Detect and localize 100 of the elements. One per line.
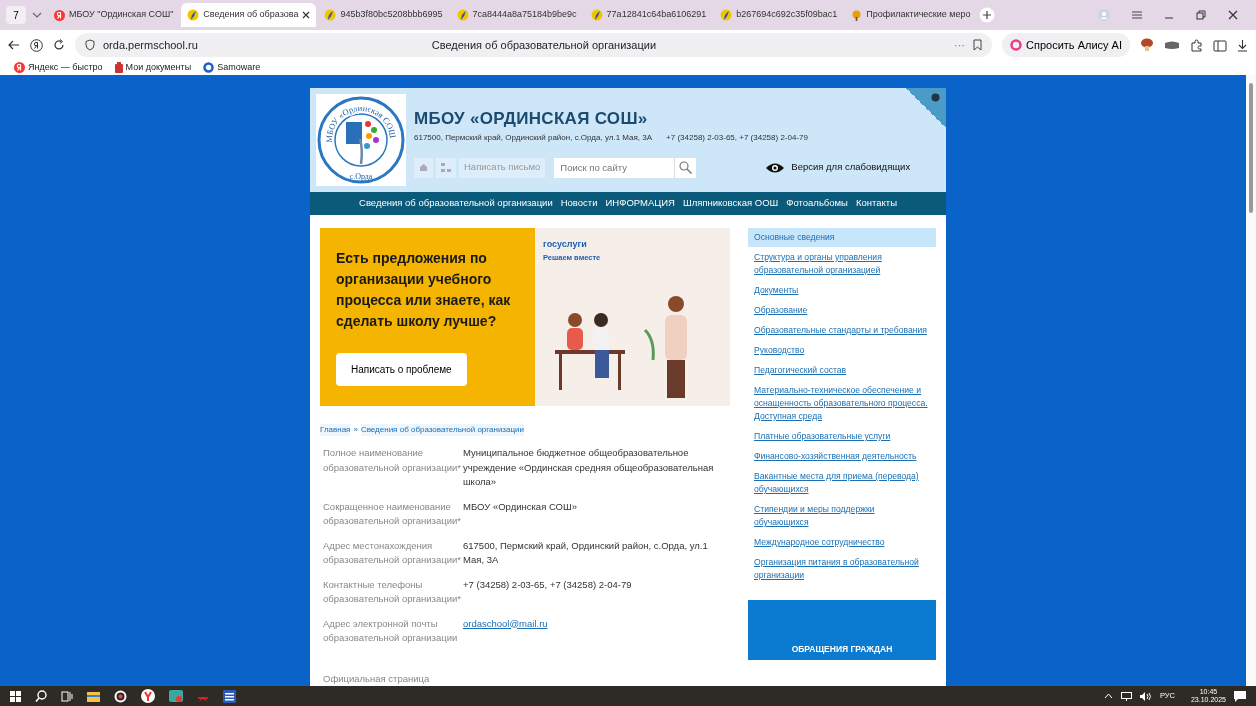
breadcrumb-link[interactable]: Главная [320, 424, 351, 436]
brand-label: госуслуги [543, 238, 587, 251]
nav-link[interactable]: Шляпниковская ООШ [679, 196, 783, 211]
new-tab-icon[interactable] [978, 7, 995, 23]
feather-icon [324, 9, 337, 21]
reload-icon[interactable] [53, 39, 65, 51]
speaker-icon[interactable] [1139, 691, 1152, 701]
section-menu-item[interactable]: Вакантные места для приема (перевода) обучающихся [748, 467, 936, 499]
nav-link[interactable]: ИНФОРМАЦИЯ [601, 196, 679, 211]
section-menu-item[interactable]: Стипендии и меры поддержки обучающихся [748, 500, 936, 532]
email-link[interactable]: ordaschool@mail.ru [463, 617, 548, 629]
section-menu-item[interactable]: Образовательные стандарты и требования [748, 321, 936, 340]
section-menu-item[interactable]: Структура и органы управления образовательной организацией [748, 248, 936, 280]
site-title: МБОУ «ОРДИНСКАЯ СОШ» [414, 108, 649, 130]
page-title: Сведения об образовательной организации [431, 37, 657, 53]
alice-button[interactable]: Спросить Алису AI [1002, 33, 1130, 57]
feather-icon [456, 9, 469, 21]
folder-icon[interactable] [87, 690, 100, 702]
banner-heading: Есть предложения по организации учебного процесса или знаете, как сделать школу лучше? [336, 249, 512, 331]
appeal-button[interactable]: ОБРАЩЕНИЯ ГРАЖДАН [748, 600, 936, 660]
close-icon[interactable] [302, 11, 311, 19]
section-menu-item[interactable]: Руководство [748, 341, 936, 360]
field-label: Контактные телефоны образовательной организации* [323, 577, 462, 606]
browser-tab[interactable]: Профилактические меро [845, 3, 977, 27]
url-text[interactable]: orda.permschool.ru [103, 36, 198, 54]
bookmark-link[interactable]: Мои документы [114, 60, 192, 75]
search-icon[interactable] [35, 690, 47, 702]
field-label: Адрес электронной почты образовательной организации [323, 616, 459, 645]
section-menu-item[interactable]: Материально-техническое обеспечение и оснащенность образовательного процесса. Доступная среда [748, 381, 936, 426]
ring-icon [1010, 39, 1023, 51]
yandex-icon[interactable] [30, 38, 43, 52]
home-icon [419, 163, 428, 172]
windows-icon[interactable] [10, 690, 21, 702]
nav-link[interactable]: Контакты [851, 196, 901, 211]
section-menu-item[interactable]: Основные сведения [748, 228, 936, 247]
field-label: Сокращенное наименование образовательной организации* [323, 499, 462, 528]
chevron-up-icon[interactable] [1103, 693, 1113, 699]
puzzle-icon[interactable] [1190, 38, 1203, 52]
breadcrumb-link[interactable]: Сведения об образовательной организации [360, 424, 524, 436]
tab-counter[interactable]: 7 [6, 6, 26, 24]
feather-icon [187, 9, 200, 21]
ring-icon [203, 62, 215, 73]
school-phones: +7 (34258) 2-03-65, +7 (34258) 2-04-79 [666, 131, 808, 144]
search-button[interactable] [674, 157, 697, 178]
browser-tab[interactable]: 945b3f80bc5208bbb6995 [318, 3, 449, 27]
app-icon[interactable] [169, 689, 183, 703]
ring-icon[interactable] [114, 689, 127, 703]
word-icon[interactable] [223, 689, 236, 703]
breadcrumb-separator: » [353, 424, 358, 436]
yandex-icon [54, 9, 65, 21]
field-label: Полное наименование образовательной организации* [323, 446, 462, 475]
bookmark-icon[interactable] [973, 39, 983, 51]
field-value: Муниципальное бюджетное общеобразовательное учреждение «Ординская средняя общеобразовательная школа» [463, 446, 715, 489]
section-menu-item[interactable]: Образование [748, 301, 936, 320]
browser-tab[interactable]: 77a12841c64ba6106291 [584, 3, 713, 27]
browser-tab[interactable]: b267694c692c35f09bac1 [714, 3, 844, 27]
low-vision-link[interactable]: Версия для слабовидящих [759, 159, 917, 176]
bookmark-link[interactable]: Samoware [203, 60, 261, 75]
bookmark-link[interactable]: Яндекс — быстро [14, 60, 103, 75]
globe-icon [931, 93, 940, 102]
sitemap-icon [441, 163, 451, 172]
restore-icon[interactable] [1196, 10, 1206, 20]
network-icon[interactable] [1120, 691, 1132, 701]
field-label: Адрес местонахождения образовательной организации* [323, 538, 462, 567]
scrollbar[interactable] [1246, 75, 1256, 686]
nav-link[interactable]: Фотоальбомы [782, 196, 852, 211]
nav-link[interactable]: Сведения об образовательной организации [355, 196, 557, 211]
report-problem-button[interactable]: Написать о проблеме [336, 353, 467, 386]
more-button[interactable]: ··· [954, 36, 966, 54]
eye-icon [765, 161, 786, 174]
nav-link[interactable]: Новости [556, 196, 602, 211]
section-menu-item[interactable]: Платные образовательные услуги [748, 427, 936, 446]
section-menu-item[interactable]: Педагогический состав [748, 361, 936, 380]
back-icon[interactable] [8, 40, 20, 50]
document-icon [114, 62, 123, 73]
field-value: +7 (34258) 2-03-65, +7 (34258) 2-04-79 [463, 577, 632, 592]
section-menu-item[interactable]: Международное сотрудничество [748, 533, 936, 552]
tree-icon [851, 9, 863, 21]
notification-icon[interactable] [1234, 690, 1246, 702]
section-menu-item[interactable]: Документы [748, 281, 936, 300]
browser-tab[interactable]: 7ca8444a8a75184b9be9c [450, 3, 583, 27]
download-icon[interactable] [1237, 38, 1248, 52]
close-icon[interactable] [1228, 10, 1238, 20]
browser-tab[interactable]: Сведения об образова [181, 3, 317, 27]
reading-icon[interactable] [1213, 38, 1227, 52]
school-address: 617500, Пермский край, Ординский район, с.Орда, ул.1 Мая, 3А [414, 131, 653, 144]
browser-tab[interactable]: МБОУ "Ординская СОШ" [48, 3, 180, 27]
field-value: 617500, Пермский край, Ординский район, с.Орда, ул.1 Мая, 3А [463, 538, 709, 567]
feather-icon [590, 9, 603, 21]
section-menu-item[interactable]: Финансово-хозяйственная деятельность [748, 447, 936, 466]
shield-icon [85, 39, 95, 51]
section-menu-item[interactable]: Организация питания в образовательной организации [748, 553, 936, 585]
search-icon [679, 161, 693, 174]
task-view-icon[interactable] [61, 690, 73, 702]
mushroom-icon[interactable] [1140, 38, 1154, 52]
feather-icon [720, 9, 733, 21]
search-field[interactable]: Поиск по сайту [554, 157, 675, 178]
yandex-browser-icon[interactable] [141, 689, 155, 703]
field-value: МБОУ «Ординская СОШ» [463, 499, 577, 514]
field-label: Официальная страница [323, 671, 431, 686]
